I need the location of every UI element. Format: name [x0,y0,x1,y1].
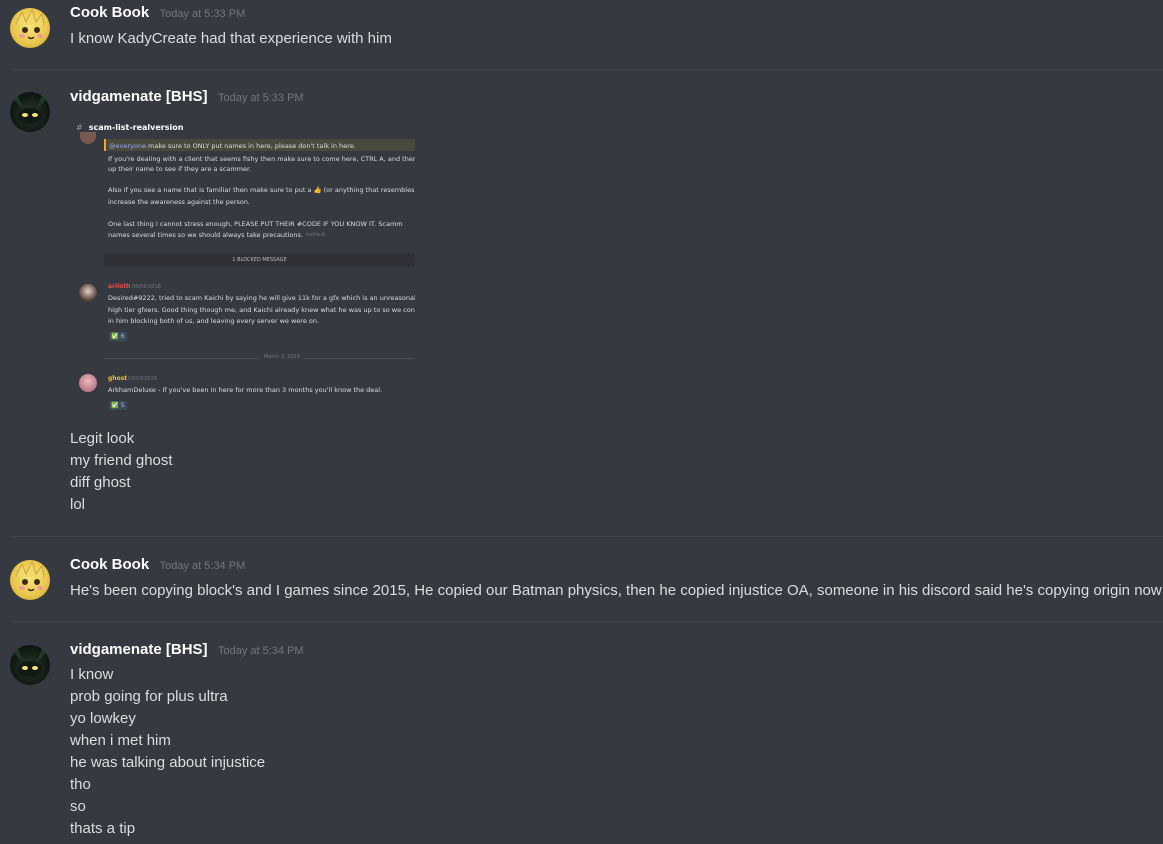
reaction-checkmark: ✅ 6 [109,332,127,341]
attachment-text: If you're dealing with a client that see… [108,155,415,163]
attachment-text: make sure to ONLY put names in here, ple… [148,142,356,150]
timestamp[interactable]: Today at 5:34 PM [218,645,304,657]
vidgamenate-avatar[interactable] [10,645,50,685]
vidgamenate-avatar[interactable] [10,92,50,132]
message-line: yo lowkey [70,710,136,727]
vidgamenate-avatar-icon [14,96,46,124]
message-header: Cook Book Today at 5:34 PM [70,556,245,574]
message-line: I know KadyCreate had that experience wi… [70,30,392,47]
attachment-text: up their name to see if they are a scamm… [108,165,252,173]
attachment-text: Also if you see a name that is familiar … [108,186,415,194]
username[interactable]: Cook Book [70,4,149,21]
post-author: ghost [108,375,128,382]
message-group-vidgamenate-2: vidgamenate [BHS] Today at 5:34 PM I kno… [0,641,1163,844]
message-line: he was talking about injustice [70,754,266,771]
timestamp[interactable]: Today at 5:33 PM [160,8,246,20]
timestamp[interactable]: Today at 5:34 PM [160,560,246,572]
message-group-cookbook-2: Cook Book Today at 5:34 PM He's been cop… [0,556,1163,616]
message-header: Cook Book Today at 5:33 PM [70,4,245,22]
attachment-text: ArkhamDeluxe - If you've been in here fo… [108,386,383,394]
cookbook-avatar[interactable] [10,560,50,600]
message-line: He's been copying block's and I games si… [70,582,1162,599]
attachment-mention: @everyone [109,142,146,150]
message-line: prob going for plus ultra [70,688,228,705]
cookbook-avatar[interactable] [10,8,50,48]
username[interactable]: Cook Book [70,556,149,573]
attachment-text: names several times so we should always … [108,231,303,239]
date-separator-label: March 3, 2019 [260,354,304,360]
attachment-text: One last thing I cannot stress enough, P… [108,220,403,228]
message-line: thats a tip [70,820,136,837]
message-header: vidgamenate [BHS] Today at 5:33 PM [70,88,304,106]
message-line: tho [70,776,91,793]
cookbook-avatar-icon [15,8,45,40]
timestamp[interactable]: Today at 5:33 PM [218,92,304,104]
ghost-avatar [79,374,97,392]
post-author: ariloth [108,283,131,290]
username[interactable]: vidgamenate [BHS] [70,641,208,658]
message-line: diff ghost [70,474,131,491]
edited-label: (edited) [306,232,326,238]
message-line: Legit look [70,430,135,447]
message-line: lol [70,496,86,513]
post-date: 03/03/2019 [128,376,157,382]
post-date: 06/06/2018 [132,284,161,290]
attachment-channel-header: # scam-list-realversion [76,123,183,132]
message-line: I know [70,666,114,683]
blocked-message-bar: 1 BLOCKED MESSAGE [104,253,415,267]
hash-icon: # [76,123,83,132]
message-group-cookbook-1: Cook Book Today at 5:33 PM I know KadyCr… [0,4,1163,64]
message-header: vidgamenate [BHS] Today at 5:34 PM [70,641,304,659]
attachment-avatar-top [80,132,96,144]
message-divider [10,69,1163,70]
attachment-text: in him blocking both of us, and leaving … [108,317,320,325]
reaction-checkmark: ✅ 5 [109,401,127,410]
message-line: so [70,798,86,815]
vidgamenate-avatar-icon [14,649,46,677]
message-divider [10,536,1163,537]
message-line: my friend ghost [70,452,173,469]
username[interactable]: vidgamenate [BHS] [70,88,208,105]
message-divider [10,621,1163,622]
attachment-text: high tier gfxers. Good thing though me, … [108,306,415,314]
attachment-text: Desired#9222, tried to scam Kaichi by sa… [108,294,415,302]
ariloth-avatar [79,284,97,302]
attachment-channel-name: scam-list-realversion [88,123,184,132]
cookbook-avatar-icon [15,560,45,592]
message-line: when i met him [70,732,171,749]
image-attachment[interactable]: # scam-list-realversion @everyone make su… [70,120,415,416]
attachment-text: increase the awareness against the perso… [108,198,251,206]
